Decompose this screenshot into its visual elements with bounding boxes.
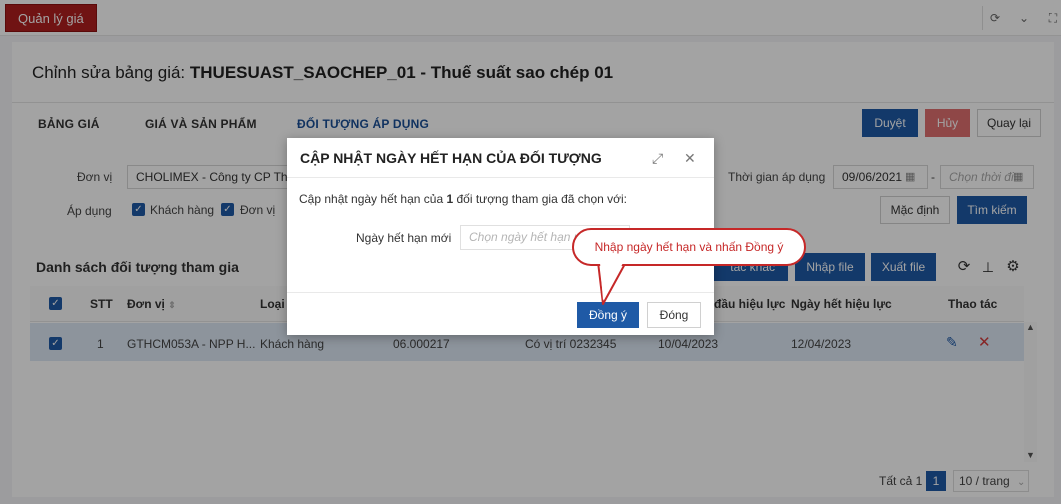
dialog-footer-divider xyxy=(287,292,714,293)
close-button[interactable]: Đóng xyxy=(647,302,701,328)
dialog-description: Cập nhật ngày hết hạn của 1 đối tượng th… xyxy=(299,192,627,206)
desc-after: đối tượng tham gia đã chọn với: xyxy=(453,192,628,206)
instruction-callout: Nhập ngày hết hạn và nhấn Đồng ý xyxy=(572,228,806,266)
dialog-title: CẬP NHẬT NGÀY HẾT HẠN CỦA ĐỐI TƯỢNG xyxy=(300,150,602,166)
confirm-button[interactable]: Đồng ý xyxy=(577,302,639,328)
expiry-date-label: Ngày hết hạn mới xyxy=(356,231,452,245)
expand-icon[interactable]: ⤢ xyxy=(652,150,663,167)
dialog-divider xyxy=(287,177,714,178)
close-icon[interactable]: ✕ xyxy=(684,150,696,167)
desc-before: Cập nhật ngày hết hạn của xyxy=(299,192,447,206)
